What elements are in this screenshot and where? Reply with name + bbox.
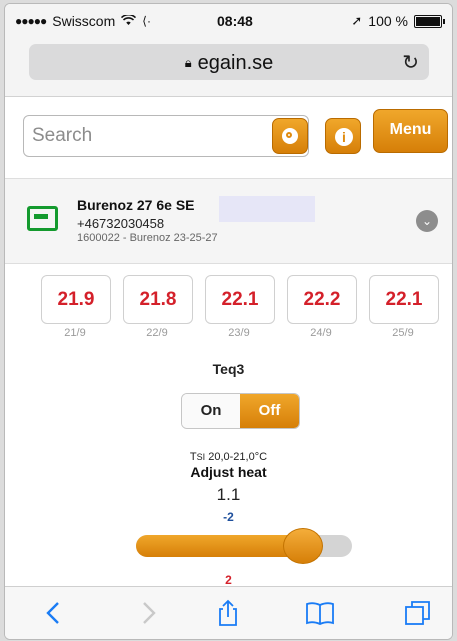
- back-icon[interactable]: [39, 599, 69, 627]
- adjust-heat-value: 1.1: [216, 485, 241, 504]
- url-text: egain.se: [197, 52, 274, 74]
- device-selector[interactable]: Burenoz 27 6e SE +46732030458 1600022 - …: [5, 178, 452, 264]
- adjust-max-label: 2: [225, 573, 232, 587]
- phone-screen: ●●●●● Swisscom ⟨· 08:48 ➚ 100 % 🔒︎ egain.…: [4, 3, 453, 640]
- status-bar: ●●●●● Swisscom ⟨· 08:48 ➚ 100 %: [5, 4, 452, 36]
- heat-slider[interactable]: [136, 528, 352, 564]
- temperature-value: 21.9: [41, 275, 111, 324]
- device-phone: +46732030458: [77, 216, 165, 231]
- temperature-date: 21/9: [64, 327, 86, 339]
- lock-icon: 🔒︎: [184, 55, 192, 70]
- battery-label: 100 %: [368, 13, 408, 29]
- tabs-icon[interactable]: [403, 599, 433, 627]
- device-icon: [27, 206, 58, 231]
- browser-toolbar: [5, 586, 452, 639]
- signal-icon: ●●●●●: [15, 14, 47, 28]
- tsi-sub: SI: [196, 452, 206, 462]
- tsi-range: TSI 20,0-21,0°C: [5, 451, 452, 463]
- text-highlight: [219, 196, 315, 222]
- temperature-value: 21.8: [123, 275, 193, 324]
- loading-icon: ⟨·: [142, 14, 151, 28]
- search-button[interactable]: [272, 118, 308, 154]
- slider-thumb[interactable]: [283, 528, 323, 564]
- battery-fill: [416, 16, 440, 26]
- share-icon[interactable]: [213, 599, 243, 627]
- info-button[interactable]: i: [325, 118, 361, 154]
- search-row: i Menu: [5, 97, 452, 177]
- location-icon: ➚: [351, 13, 363, 28]
- wifi-icon: [121, 13, 137, 29]
- search-icon: [282, 128, 298, 144]
- temperature-value: 22.1: [205, 275, 275, 324]
- temperature-list: 21.9 21/9 21.8 22/9 22.1 23/9 22.2 24/9 22.1 25/9: [41, 275, 439, 347]
- adjust-heat-label: Adjust heat: [190, 464, 267, 480]
- chevron-down-icon[interactable]: ⌄: [416, 210, 438, 232]
- clock: 08:48: [217, 13, 253, 29]
- battery-icon: [414, 14, 445, 28]
- forward-icon[interactable]: [133, 599, 163, 627]
- info-icon: i: [335, 128, 353, 146]
- on-off-toggle[interactable]: On Off: [181, 393, 300, 429]
- menu-button[interactable]: Menu: [373, 109, 448, 153]
- bookmarks-icon[interactable]: [305, 599, 335, 627]
- address-bar[interactable]: 🔒︎ egain.se ↻: [29, 44, 429, 80]
- tsi-prefix: T: [189, 451, 197, 463]
- temperature-date: 23/9: [228, 327, 250, 339]
- temperature-date: 25/9: [392, 327, 414, 339]
- tsi-value: 20,0-21,0°C: [208, 451, 268, 463]
- teq-label: Teq3: [212, 361, 245, 377]
- temperature-value: 22.2: [287, 275, 357, 324]
- temperature-value: 22.1: [369, 275, 439, 324]
- temperature-date: 22/9: [146, 327, 168, 339]
- toggle-off[interactable]: Off: [240, 394, 299, 428]
- toggle-on[interactable]: On: [182, 394, 240, 428]
- browser-chrome: ●●●●● Swisscom ⟨· 08:48 ➚ 100 % 🔒︎ egain.…: [5, 4, 452, 97]
- adjust-min-label: -2: [223, 510, 234, 524]
- search-input[interactable]: [23, 115, 309, 157]
- temperature-date: 24/9: [310, 327, 332, 339]
- device-name: Burenoz 27 6e SE: [77, 197, 195, 213]
- device-subtitle: 1600022 - Burenoz 23-25-27: [77, 232, 218, 244]
- carrier-label: Swisscom: [52, 13, 116, 29]
- reload-icon[interactable]: ↻: [402, 50, 419, 75]
